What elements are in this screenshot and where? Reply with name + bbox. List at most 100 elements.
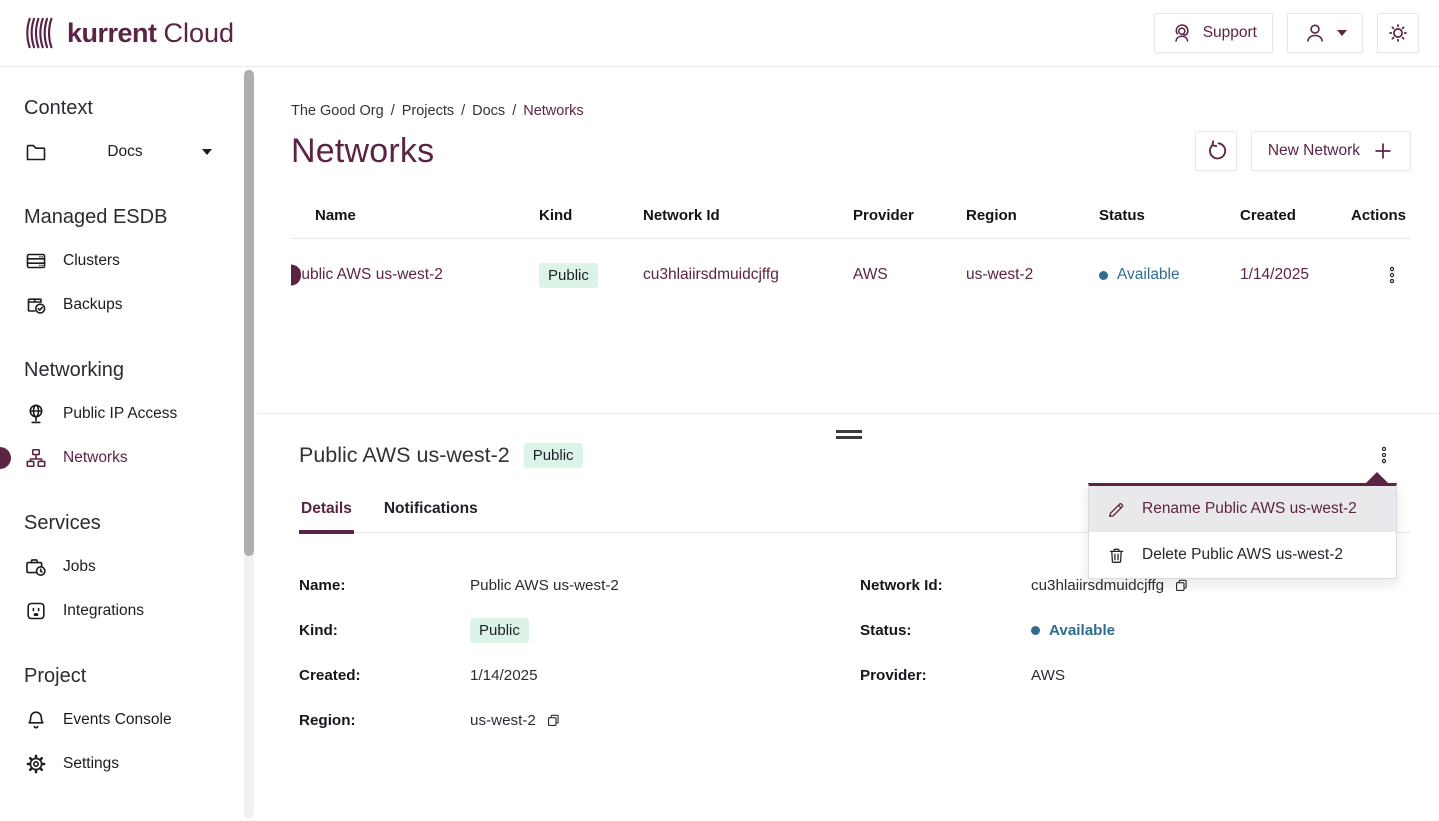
field-label-region: Region: — [299, 712, 470, 729]
field-label-status: Status: — [860, 622, 1031, 639]
brand-logo[interactable]: kurrent Cloud — [24, 16, 234, 50]
sidebar-item-label: Settings — [63, 755, 119, 773]
copy-icon[interactable] — [1173, 577, 1190, 594]
user-menu-button[interactable] — [1287, 13, 1363, 53]
sun-icon — [1386, 21, 1410, 45]
panel-resize-handle[interactable] — [834, 425, 864, 444]
caret-down-icon — [202, 149, 212, 155]
column-header-network-id: Network Id — [643, 207, 853, 238]
kind-badge: Public — [539, 263, 598, 288]
brand-name: kurrent — [67, 18, 157, 49]
field-value-provider: AWS — [1031, 667, 1411, 684]
gear-icon — [24, 752, 48, 776]
field-label-name: Name: — [299, 577, 470, 594]
tab-notifications[interactable]: Notifications — [382, 500, 480, 532]
field-value-network-id: cu3hlaiirsdmuidcjffg — [1031, 577, 1164, 594]
menu-item-rename[interactable]: Rename Public AWS us-west-2 — [1089, 486, 1396, 532]
briefcase-clock-icon — [24, 555, 48, 579]
breadcrumb-projects[interactable]: Projects — [402, 103, 454, 119]
status-label: Available — [1117, 266, 1180, 284]
breadcrumb-separator: / — [391, 103, 395, 119]
network-tree-icon — [24, 446, 48, 470]
menu-item-delete[interactable]: Delete Public AWS us-west-2 — [1089, 532, 1396, 578]
caret-down-icon — [1337, 30, 1347, 36]
sidebar-item-events-console[interactable]: Events Console — [24, 698, 224, 742]
sidebar-item-networks[interactable]: Networks — [24, 436, 224, 480]
menu-item-label: Rename Public AWS us-west-2 — [1142, 500, 1357, 518]
sidebar-item-public-ip-access[interactable]: Public IP Access — [24, 392, 224, 436]
sidebar-item-settings[interactable]: Settings — [24, 742, 224, 786]
detail-actions-kebab-icon[interactable] — [1369, 440, 1399, 470]
detail-kind-value-badge: Public — [470, 618, 529, 643]
outlet-icon — [24, 599, 48, 623]
backup-box-check-icon — [24, 293, 48, 317]
sidebar-item-backups[interactable]: Backups — [24, 283, 224, 327]
folder-icon — [24, 140, 48, 164]
bell-icon — [24, 708, 48, 732]
field-label-created: Created: — [299, 667, 470, 684]
brand-suffix: Cloud — [164, 18, 235, 49]
sidebar-item-label: Public IP Access — [63, 405, 177, 423]
sidebar-item-clusters[interactable]: Clusters — [24, 239, 224, 283]
row-actions-kebab-icon[interactable] — [1377, 260, 1407, 290]
sidebar-item-integrations[interactable]: Integrations — [24, 589, 224, 633]
column-header-region: Region — [966, 207, 1099, 238]
cell-provider: AWS — [853, 266, 966, 284]
actions-context-menu: Rename Public AWS us-west-2 Delete Publi… — [1088, 483, 1397, 579]
field-value-created: 1/14/2025 — [470, 667, 860, 684]
sidebar-heading-services: Services — [24, 512, 224, 535]
sidebar-item-label: Backups — [63, 296, 122, 314]
networks-table: Name Kind Network Id Provider Region Sta… — [291, 207, 1411, 311]
pencil-icon — [1106, 499, 1127, 520]
context-selected-value: Docs — [48, 143, 202, 161]
column-header-actions: Actions — [1351, 207, 1411, 238]
kurrent-waves-icon — [24, 16, 58, 50]
status-dot — [1031, 626, 1040, 635]
sidebar-scrollbar-track — [244, 69, 254, 819]
sidebar: Context Docs Managed ESDB Clusters — [0, 67, 258, 821]
globe-stand-icon — [24, 402, 48, 426]
network-detail-panel: Public AWS us-west-2 Public Details Noti… — [258, 414, 1439, 821]
field-label-network-id: Network Id: — [860, 577, 1031, 594]
breadcrumb-org[interactable]: The Good Org — [291, 103, 384, 119]
active-indicator — [0, 447, 11, 469]
sidebar-item-jobs[interactable]: Jobs — [24, 545, 224, 589]
trash-icon — [1106, 545, 1127, 566]
copy-icon[interactable] — [545, 712, 562, 729]
breadcrumb-separator: / — [512, 103, 516, 119]
column-header-name: Name — [291, 207, 539, 238]
context-selector[interactable]: Docs — [24, 130, 212, 174]
theme-toggle-button[interactable] — [1377, 13, 1419, 53]
tab-details[interactable]: Details — [299, 500, 354, 532]
field-value-status: Available — [1031, 622, 1115, 639]
column-header-kind: Kind — [539, 207, 643, 238]
support-button[interactable]: Support — [1154, 13, 1273, 53]
sidebar-item-label: Integrations — [63, 602, 144, 620]
plus-icon — [1372, 140, 1394, 162]
sidebar-scrollbar-thumb[interactable] — [244, 70, 254, 556]
sidebar-heading-project: Project — [24, 665, 224, 688]
detail-kind-badge: Public — [524, 443, 583, 468]
breadcrumb-project-docs[interactable]: Docs — [472, 103, 505, 119]
sidebar-item-label: Networks — [63, 449, 128, 467]
refresh-button[interactable] — [1195, 131, 1237, 171]
new-network-button[interactable]: New Network — [1251, 131, 1411, 171]
refresh-ccw-icon — [1203, 138, 1229, 164]
cell-created: 1/14/2025 — [1240, 266, 1351, 284]
person-icon — [1303, 21, 1327, 45]
breadcrumb-current: Networks — [523, 103, 583, 119]
status-dot — [1099, 271, 1108, 280]
detail-title: Public AWS us-west-2 — [299, 443, 510, 468]
table-row[interactable]: Public AWS us-west-2 Public cu3hlaiirsdm… — [291, 239, 1411, 311]
breadcrumb-separator: / — [461, 103, 465, 119]
menu-item-label: Delete Public AWS us-west-2 — [1142, 546, 1343, 564]
server-icon — [24, 249, 48, 273]
field-value-region: us-west-2 — [470, 712, 536, 729]
column-header-provider: Provider — [853, 207, 966, 238]
cell-region: us-west-2 — [966, 266, 1099, 284]
status-label: Available — [1049, 622, 1115, 639]
sidebar-heading-managed-esdb: Managed ESDB — [24, 206, 224, 229]
support-label: Support — [1203, 24, 1257, 42]
sidebar-heading-context: Context — [24, 97, 224, 120]
cell-status: Available — [1099, 266, 1240, 284]
